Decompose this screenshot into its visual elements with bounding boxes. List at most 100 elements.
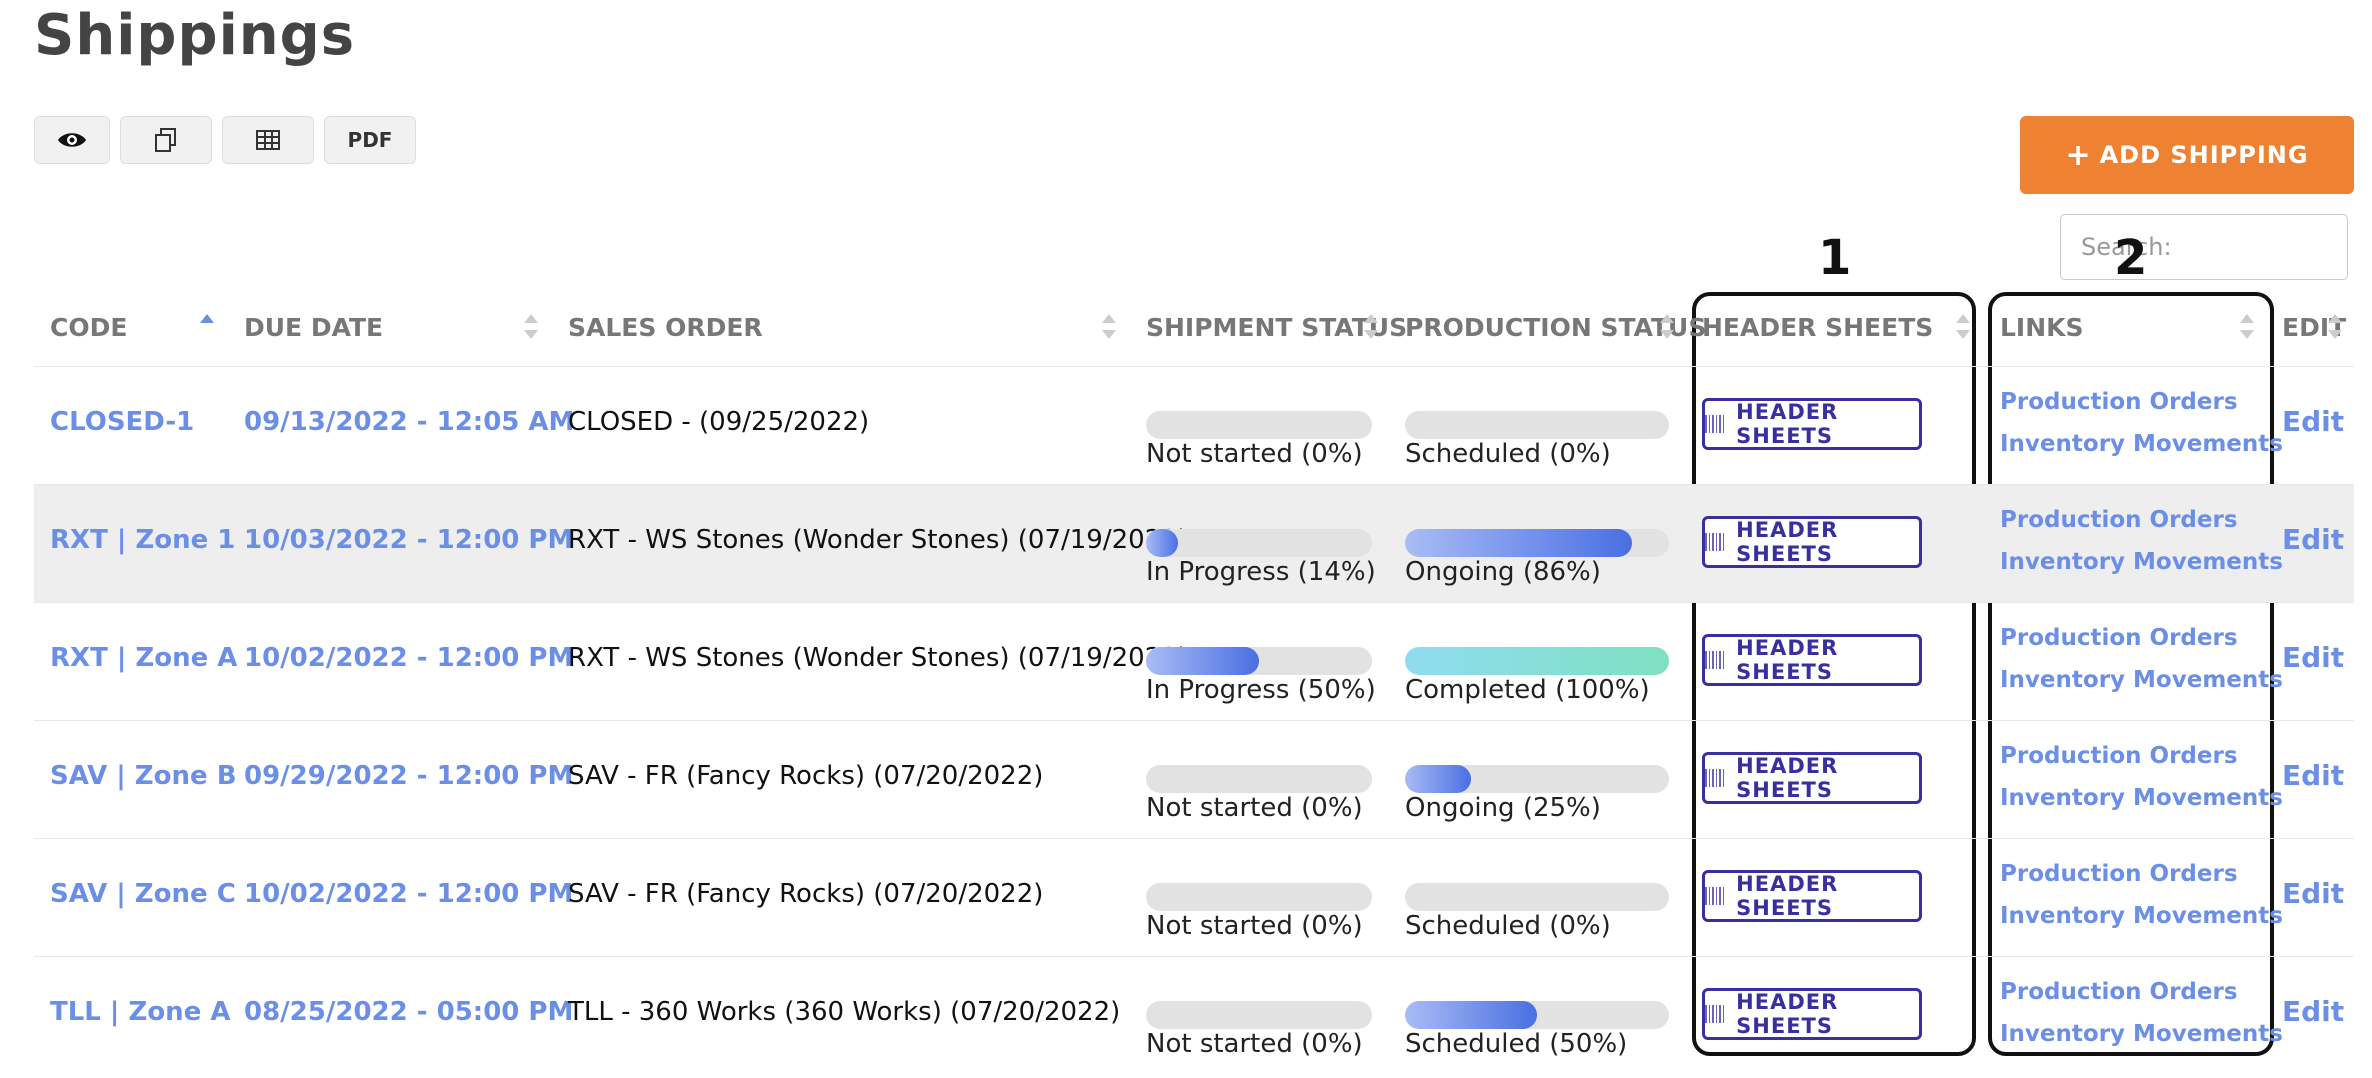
production-orders-link[interactable]: Production Orders bbox=[2000, 389, 2238, 415]
edit-link[interactable]: Edit bbox=[2282, 995, 2344, 1028]
sort-asc-icon[interactable] bbox=[200, 314, 214, 342]
table-row: TLL | Zone A 08/25/2022 - 05:00 PM TLL - 3… bbox=[34, 956, 2354, 1075]
header-sheets-label: HEADER SHEETS bbox=[1736, 754, 1839, 802]
production-orders-link[interactable]: Production Orders bbox=[2000, 625, 2238, 651]
production-orders-link[interactable]: Production Orders bbox=[2000, 861, 2238, 887]
header-sheets-label: HEADER SHEETS bbox=[1736, 636, 1839, 684]
production-progress-fill bbox=[1405, 765, 1471, 793]
column-header-sales-order[interactable]: SALES ORDER bbox=[568, 312, 763, 344]
inventory-movements-link[interactable]: Inventory Movements bbox=[2000, 549, 2283, 575]
shipment-progress-bar bbox=[1146, 529, 1372, 557]
due-date-link[interactable]: 10/02/2022 - 12:00 PM bbox=[244, 643, 573, 673]
copy-icon bbox=[155, 128, 176, 152]
header-sheets-button[interactable]: HEADER SHEETS bbox=[1702, 870, 1922, 922]
production-progress-bar bbox=[1405, 883, 1669, 911]
production-progress-bar bbox=[1405, 647, 1669, 675]
table-row: RXT | Zone A 10/02/2022 - 12:00 PM RXT - W… bbox=[34, 602, 2354, 721]
sort-icon[interactable] bbox=[524, 314, 538, 342]
shipment-status-label: Not started (0%) bbox=[1146, 911, 1363, 941]
edit-link[interactable]: Edit bbox=[2282, 877, 2344, 910]
due-date-link[interactable]: 10/02/2022 - 12:00 PM bbox=[244, 879, 573, 909]
table-row: SAV | Zone B 09/29/2022 - 12:00 PM SAV - F… bbox=[34, 720, 2354, 839]
header-sheets-label: HEADER SHEETS bbox=[1736, 872, 1839, 920]
shipping-code-link[interactable]: RXT | Zone 1 bbox=[50, 525, 235, 555]
table-row: SAV | Zone C 10/02/2022 - 12:00 PM SAV - F… bbox=[34, 838, 2354, 957]
production-orders-link[interactable]: Production Orders bbox=[2000, 743, 2238, 769]
edit-link[interactable]: Edit bbox=[2282, 405, 2344, 438]
sort-icon[interactable] bbox=[2328, 314, 2342, 342]
header-sheets-button[interactable]: HEADER SHEETS bbox=[1702, 634, 1922, 686]
shipping-code-link[interactable]: CLOSED-1 bbox=[50, 407, 194, 437]
header-sheets-button[interactable]: HEADER SHEETS bbox=[1702, 516, 1922, 568]
inventory-movements-link[interactable]: Inventory Movements bbox=[2000, 785, 2283, 811]
due-date-link[interactable]: 09/13/2022 - 12:05 AM bbox=[244, 407, 574, 437]
sales-order-text: SAV - FR (Fancy Rocks) (07/20/2022) bbox=[568, 879, 1044, 909]
header-sheets-label: HEADER SHEETS bbox=[1736, 400, 1839, 448]
sales-order-text: TLL - 360 Works (360 Works) (07/20/2022) bbox=[568, 997, 1121, 1027]
shipping-code-link[interactable]: SAV | Zone C bbox=[50, 879, 236, 909]
sales-order-text: RXT - WS Stones (Wonder Stones) (07/19/2… bbox=[568, 643, 1188, 673]
due-date-link[interactable]: 10/03/2022 - 12:00 PM bbox=[244, 525, 573, 555]
production-progress-fill bbox=[1405, 1001, 1537, 1029]
shipment-progress-bar bbox=[1146, 883, 1372, 911]
edit-link[interactable]: Edit bbox=[2282, 641, 2344, 674]
eye-icon bbox=[58, 133, 86, 147]
callout-number-1: 1 bbox=[1818, 230, 1852, 286]
barcode-icon bbox=[1705, 533, 1727, 551]
add-shipping-label: ADD SHIPPING bbox=[2099, 141, 2309, 169]
sales-order-text: RXT - WS Stones (Wonder Stones) (07/19/2… bbox=[568, 525, 1188, 555]
shipment-progress-fill bbox=[1146, 529, 1178, 557]
production-progress-fill bbox=[1405, 529, 1633, 557]
shipping-code-link[interactable]: TLL | Zone A bbox=[50, 997, 231, 1027]
production-orders-link[interactable]: Production Orders bbox=[2000, 507, 2238, 533]
shipment-progress-bar bbox=[1146, 411, 1372, 439]
production-progress-fill bbox=[1405, 647, 1669, 675]
column-header-links[interactable]: LINKS bbox=[2000, 312, 2084, 344]
sales-order-text: SAV - FR (Fancy Rocks) (07/20/2022) bbox=[568, 761, 1044, 791]
sort-icon[interactable] bbox=[2240, 314, 2254, 342]
production-status-label: Ongoing (86%) bbox=[1405, 557, 1601, 587]
shipping-code-link[interactable]: SAV | Zone B bbox=[50, 761, 237, 791]
column-header-due-date[interactable]: DUE DATE bbox=[244, 312, 383, 344]
header-sheets-button[interactable]: HEADER SHEETS bbox=[1702, 988, 1922, 1040]
shipment-progress-fill bbox=[1146, 647, 1259, 675]
copy-button[interactable] bbox=[120, 116, 212, 164]
column-header-code[interactable]: CODE bbox=[50, 312, 127, 344]
table-export-button[interactable] bbox=[222, 116, 314, 164]
edit-link[interactable]: Edit bbox=[2282, 759, 2344, 792]
inventory-movements-link[interactable]: Inventory Movements bbox=[2000, 667, 2283, 693]
pdf-label: PDF bbox=[347, 128, 393, 152]
production-status-label: Scheduled (0%) bbox=[1405, 911, 1611, 941]
barcode-icon bbox=[1705, 651, 1727, 669]
production-orders-link[interactable]: Production Orders bbox=[2000, 979, 2238, 1005]
table-icon bbox=[256, 130, 280, 150]
pdf-button[interactable]: PDF bbox=[324, 116, 416, 164]
header-sheets-button[interactable]: HEADER SHEETS bbox=[1702, 398, 1922, 450]
table-row: RXT | Zone 1 10/03/2022 - 12:00 PM RXT - W… bbox=[34, 484, 2354, 603]
add-shipping-button[interactable]: + ADD SHIPPING bbox=[2020, 116, 2354, 194]
sort-icon[interactable] bbox=[1102, 314, 1116, 342]
due-date-link[interactable]: 09/29/2022 - 12:00 PM bbox=[244, 761, 573, 791]
sort-icon[interactable] bbox=[1660, 314, 1674, 342]
search-input[interactable]: Search: bbox=[2060, 214, 2348, 280]
due-date-link[interactable]: 08/25/2022 - 05:00 PM bbox=[244, 997, 573, 1027]
edit-link[interactable]: Edit bbox=[2282, 523, 2344, 556]
inventory-movements-link[interactable]: Inventory Movements bbox=[2000, 1021, 2283, 1047]
view-button[interactable] bbox=[34, 116, 110, 164]
plus-icon: + bbox=[2065, 137, 2092, 173]
inventory-movements-link[interactable]: Inventory Movements bbox=[2000, 903, 2283, 929]
column-header-header-sheets[interactable]: HEADER SHEETS bbox=[1702, 312, 1933, 344]
barcode-icon bbox=[1705, 1005, 1727, 1023]
page-title: Shippings bbox=[34, 3, 356, 68]
shipment-progress-bar bbox=[1146, 765, 1372, 793]
shipment-status-label: Not started (0%) bbox=[1146, 439, 1363, 469]
production-progress-bar bbox=[1405, 411, 1669, 439]
header-sheets-button[interactable]: HEADER SHEETS bbox=[1702, 752, 1922, 804]
inventory-movements-link[interactable]: Inventory Movements bbox=[2000, 431, 2283, 457]
barcode-icon bbox=[1705, 769, 1727, 787]
shipment-status-label: Not started (0%) bbox=[1146, 1029, 1363, 1059]
production-progress-bar bbox=[1405, 765, 1669, 793]
shipping-code-link[interactable]: RXT | Zone A bbox=[50, 643, 237, 673]
sort-icon[interactable] bbox=[1364, 314, 1378, 342]
sort-icon[interactable] bbox=[1956, 314, 1970, 342]
